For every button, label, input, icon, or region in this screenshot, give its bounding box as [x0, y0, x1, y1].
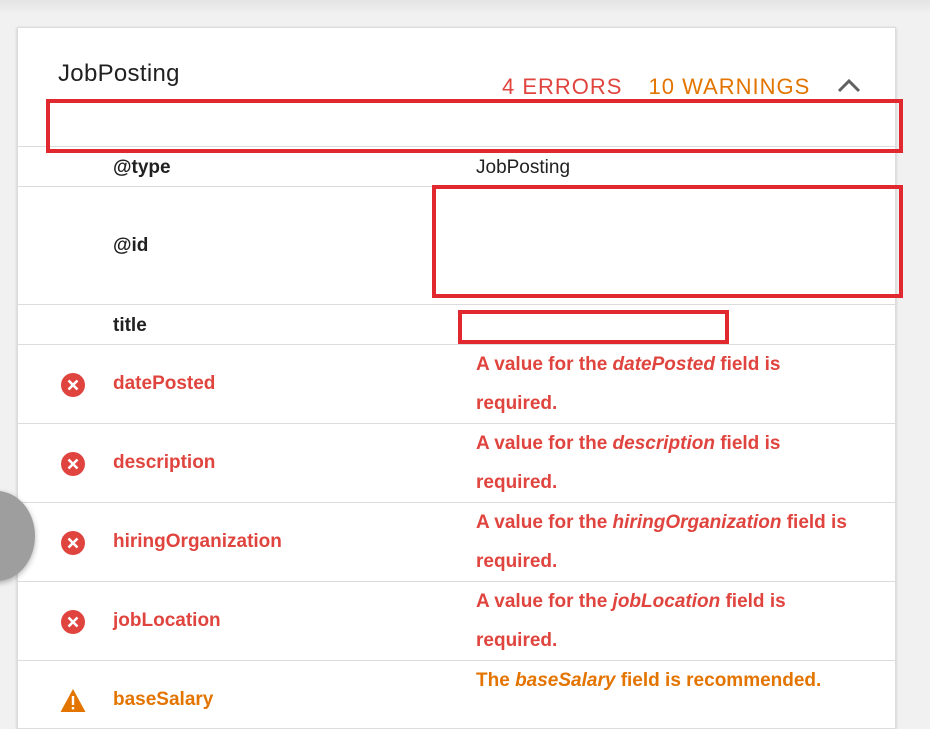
issue-row-joblocation[interactable]: jobLocation A value for the jobLocation … [18, 581, 895, 661]
issue-key: hiringOrganization [113, 531, 282, 552]
error-circle-icon [61, 610, 85, 634]
error-circle-icon [61, 373, 85, 397]
issue-key: baseSalary [113, 689, 214, 710]
field-row-title: title [18, 304, 895, 345]
errors-count[interactable]: 4 ERRORS [502, 74, 622, 99]
field-key: @type [113, 157, 171, 178]
field-key: @id [113, 235, 149, 256]
issue-message: A value for the description field is req… [476, 433, 781, 493]
issue-row-dateposted[interactable]: datePosted A value for the datePosted fi… [18, 344, 895, 424]
issue-counts: 4 ERRORS 10 WARNINGS [502, 74, 810, 100]
issue-row-basesalary[interactable]: baseSalary The baseSalary field is recom… [18, 660, 895, 728]
chevron-up-icon[interactable] [836, 76, 862, 96]
issue-row-description[interactable]: description A value for the description … [18, 423, 895, 503]
issue-message: A value for the datePosted field is requ… [476, 354, 781, 414]
redaction-box [458, 310, 729, 344]
issue-row-hiringorganization[interactable]: hiringOrganization A value for the hirin… [18, 502, 895, 582]
issue-key: jobLocation [113, 610, 221, 631]
issue-key: datePosted [113, 373, 216, 394]
issue-key: description [113, 452, 216, 473]
issue-message: The baseSalary field is recommended. [476, 670, 822, 691]
top-shadow [0, 0, 930, 14]
field-key: title [113, 315, 147, 336]
card-title: JobPosting [58, 60, 180, 87]
warning-triangle-icon [60, 689, 86, 712]
field-value: JobPosting [476, 157, 571, 178]
issue-message: A value for the hiringOrganization field… [476, 512, 847, 572]
redaction-box [432, 185, 903, 298]
issue-message: A value for the jobLocation field is req… [476, 591, 786, 651]
redaction-box [46, 99, 903, 153]
error-circle-icon [61, 531, 85, 555]
warnings-count[interactable]: 10 WARNINGS [648, 74, 810, 99]
error-circle-icon [61, 452, 85, 476]
